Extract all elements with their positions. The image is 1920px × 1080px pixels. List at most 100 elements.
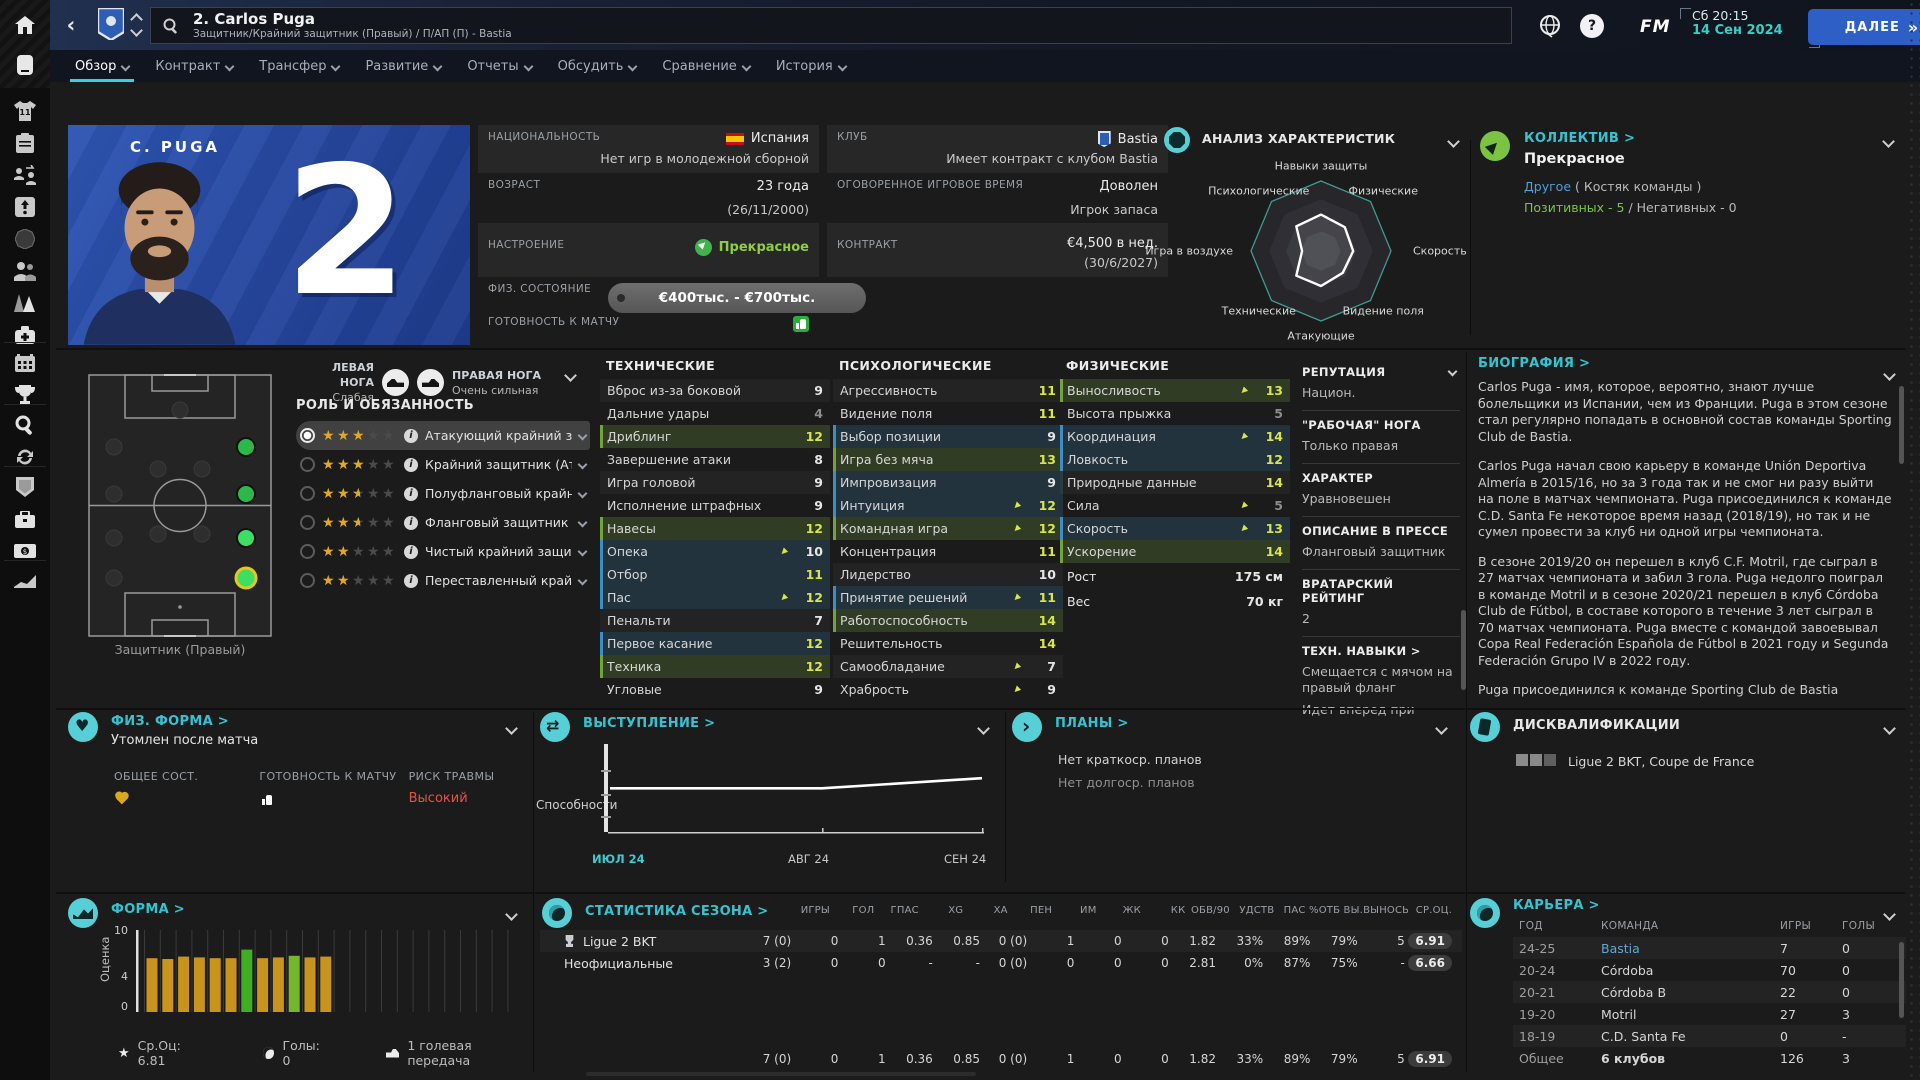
info-icon: i — [404, 545, 418, 559]
career-row[interactable]: 24-25Bastia70 — [1513, 937, 1906, 959]
role-radio[interactable] — [300, 428, 315, 443]
schedule-icon[interactable] — [0, 348, 50, 378]
tab-1[interactable]: Контракт — [142, 50, 246, 82]
career-row[interactable]: 19-20Motril273 — [1513, 1003, 1906, 1025]
player-search-box[interactable]: 2. Carlos Puga Защитник/Крайний защитник… — [150, 7, 1512, 44]
chevron-down-icon[interactable] — [578, 460, 588, 470]
squad-icon[interactable]: 11 — [0, 96, 50, 126]
continue-button[interactable]: ДАЛЕЕ » — [1808, 9, 1920, 45]
crest-spinner[interactable] — [130, 12, 142, 38]
role-radio[interactable] — [300, 544, 315, 559]
role-radio[interactable] — [300, 573, 315, 588]
collective-other-link[interactable]: Другое — [1524, 179, 1571, 194]
chevron-down-icon[interactable] — [578, 489, 588, 499]
tab-label: Обсудить — [558, 59, 624, 74]
club-ball-icon[interactable] — [0, 224, 50, 254]
staff-icon[interactable] — [0, 256, 50, 286]
role-row[interactable]: ★★★★★★★★★★iАтакующий крайний защитн... — [296, 421, 590, 450]
chevron-down-icon[interactable] — [578, 547, 588, 557]
world-icon[interactable] — [1538, 14, 1562, 38]
chevron-down-icon[interactable] — [578, 518, 588, 528]
scrollbar[interactable] — [1899, 386, 1904, 464]
rating-badge: 6.91 — [1408, 933, 1452, 949]
competitions-icon[interactable] — [0, 380, 50, 410]
training-icon[interactable] — [0, 288, 50, 318]
role-radio[interactable] — [300, 486, 315, 501]
section-value: Национ. — [1302, 385, 1460, 401]
roles-panel: РОЛЬ И ОБЯЗАННОСТЬ ★★★★★★★★★★iАтакующий … — [296, 398, 590, 595]
role-radio[interactable] — [300, 515, 315, 530]
role-stars: ★★★★★★★★★★ — [322, 573, 397, 589]
attr-value: 14 — [1030, 636, 1056, 651]
job-icon[interactable] — [0, 504, 50, 534]
biography-paragraph: Carlos Puga - имя, которое, вероятно, зн… — [1478, 379, 1892, 445]
chevron-down-icon[interactable] — [578, 576, 588, 586]
finances-icon[interactable]: $ — [0, 536, 50, 566]
attr-value: 8 — [797, 452, 823, 467]
career-row[interactable]: Общее6 клубов1263 — [1513, 1047, 1906, 1069]
club-value[interactable]: Bastia — [1118, 132, 1158, 147]
sync-icon[interactable] — [0, 442, 50, 472]
collapse-chevron[interactable] — [564, 369, 577, 382]
nationality-value[interactable]: Испания — [751, 131, 809, 146]
biography-title-link[interactable]: БИОГРАФИЯ > — [1478, 356, 1906, 371]
chevron-down-icon[interactable] — [130, 24, 143, 37]
club-crest-icon[interactable] — [98, 8, 124, 40]
roles-list: ★★★★★★★★★★iАтакующий крайний защитн...★★… — [296, 421, 590, 595]
performance-title-link[interactable]: ВЫСТУПЛЕНИЕ > — [583, 716, 715, 731]
chevron-down-icon[interactable] — [578, 431, 588, 441]
role-row[interactable]: ★★★★★★★★★★iЧистый крайний защитник (З... — [296, 537, 590, 566]
scrollbar[interactable] — [1899, 942, 1904, 1018]
tab-0[interactable]: Обзор — [62, 50, 142, 82]
stats-icon[interactable] — [0, 566, 50, 596]
season-stats-title-link[interactable]: СТАТИСТИКА СЕЗОНА > — [585, 904, 769, 919]
role-stars: ★★★★★★★★★★ — [322, 544, 397, 560]
tactics-icon[interactable] — [0, 128, 50, 158]
attr-value: 70 кг — [1231, 594, 1283, 609]
tab-label: Трансфер — [259, 59, 326, 74]
collective-title-link[interactable]: КОЛЛЕКТИВ > — [1524, 131, 1905, 146]
role-row[interactable]: ★★★★★★★★★★iПолуфланговый крайний за... — [296, 479, 590, 508]
role-row[interactable]: ★★★★★★★★★★iПереставленный крайний за... — [296, 566, 590, 595]
stats-row[interactable]: Ligue 2 BKT7 (0)010.360.850 (0)1001.8233… — [540, 930, 1462, 952]
home-icon[interactable] — [0, 10, 50, 40]
tab-4[interactable]: Отчеты — [454, 50, 544, 82]
tab-3[interactable]: Развитие — [352, 50, 454, 82]
team-name[interactable]: Bastia — [1601, 941, 1780, 956]
form-bar — [226, 958, 237, 1012]
stats-row[interactable]: Неофициальные3 (2)00--0 (0)0002.810%87%7… — [540, 952, 1462, 974]
role-radio[interactable] — [300, 457, 315, 472]
fitness-title-link[interactable]: ФИЗ. ФОРМА > — [111, 714, 258, 729]
attr-row: Лидерство10 — [833, 563, 1063, 586]
stat-value: 0 — [1027, 956, 1074, 970]
plans-title-link[interactable]: ПЛАНЫ > — [1055, 716, 1129, 731]
attr-value: 9 — [1030, 682, 1056, 697]
tab-2[interactable]: Трансфер — [246, 50, 352, 82]
scouting-icon[interactable] — [0, 410, 50, 440]
transfers-icon[interactable] — [0, 160, 50, 190]
help-icon[interactable]: ? — [1580, 14, 1604, 38]
tab-5[interactable]: Обсудить — [545, 50, 650, 82]
league-icon[interactable] — [0, 472, 50, 502]
horizontal-scrollbar[interactable] — [586, 1072, 976, 1076]
tab-6[interactable]: Сравнение — [649, 50, 762, 82]
career-row[interactable]: 20-24Córdoba700 — [1513, 959, 1906, 981]
inbox-icon[interactable] — [0, 50, 50, 80]
role-row[interactable]: ★★★★★★★★★★iКрайний защитник (Ат) — [296, 450, 590, 479]
form-title-link[interactable]: ФОРМА > — [111, 902, 185, 917]
xlabel-jul[interactable]: ИЮЛ 24 — [592, 852, 645, 866]
recruitment-icon[interactable] — [0, 192, 50, 222]
career-row[interactable]: 18-19C.D. Santa Fe0- — [1513, 1025, 1906, 1047]
tab-7[interactable]: История — [763, 50, 859, 82]
medical-icon[interactable] — [0, 320, 50, 350]
attr-name: Дальние удары — [607, 406, 797, 421]
star-icon: ★★ — [322, 573, 337, 589]
career-goals: 0 — [1842, 985, 1900, 1000]
career-title-link[interactable]: КАРЬЕРА > — [1513, 898, 1906, 913]
pitch-diagram — [88, 374, 272, 637]
role-row[interactable]: ★★★★★★★★★★iФланговый защитник (Ат) — [296, 508, 590, 537]
career-row[interactable]: 20-21Córdoba B220 — [1513, 981, 1906, 1003]
info-icon: i — [404, 487, 418, 501]
back-button[interactable]: ‹ — [58, 12, 84, 38]
star-icon: ★★ — [352, 544, 367, 560]
